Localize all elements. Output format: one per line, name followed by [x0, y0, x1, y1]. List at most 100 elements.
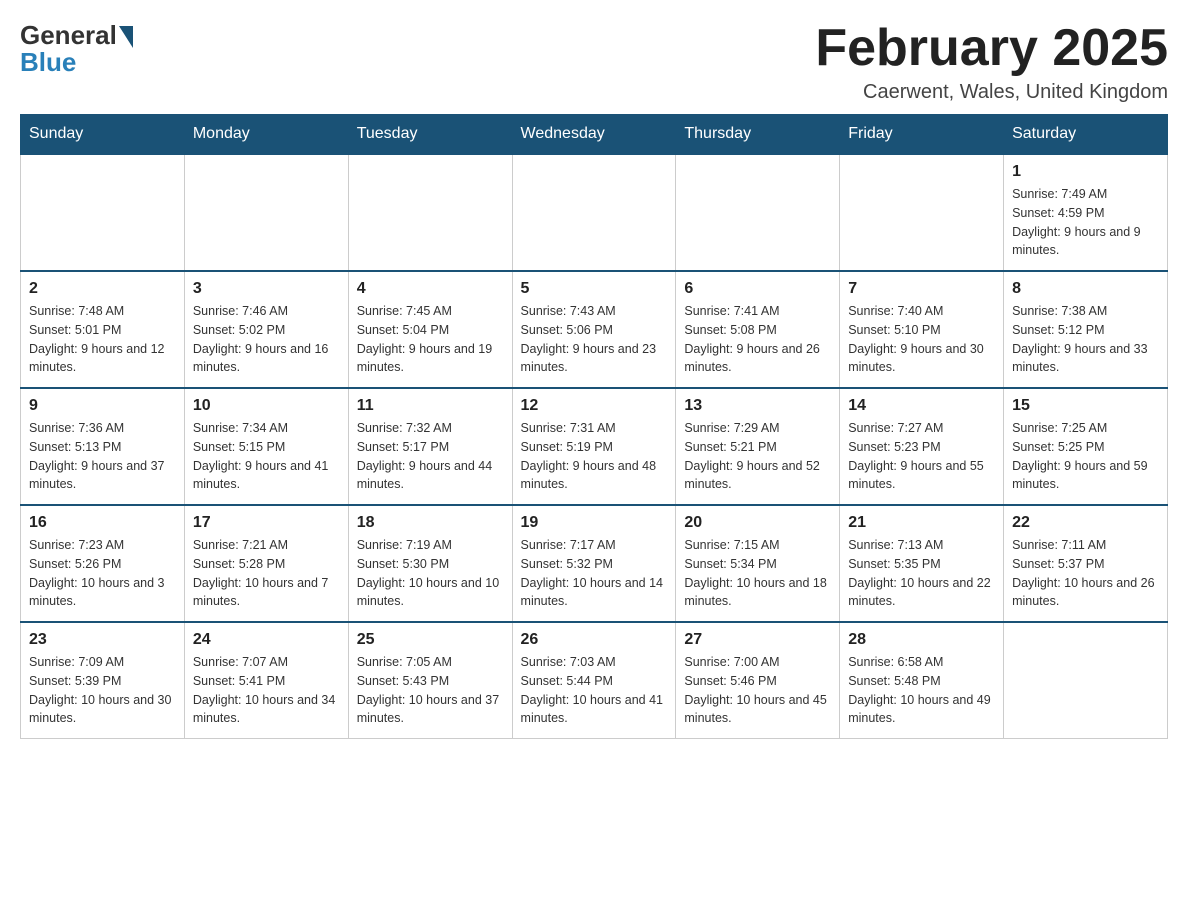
calendar-day-cell: 13Sunrise: 7:29 AMSunset: 5:21 PMDayligh…	[676, 388, 840, 505]
day-info: Sunrise: 7:29 AMSunset: 5:21 PMDaylight:…	[684, 419, 831, 494]
calendar-day-cell: 14 Sunrise: 7:27 AMSunset: 5:23 PMDayligh…	[840, 388, 1004, 505]
calendar-day-cell: 20 Sunrise: 7:15 AMSunset: 5:34 PMDayligh…	[676, 505, 840, 622]
calendar-day-cell: 5 Sunrise: 7:43 AMSunset: 5:06 PMDaylight…	[512, 271, 676, 388]
calendar-day-cell: 9 Sunrise: 7:36 AMSunset: 5:13 PMDaylight…	[21, 388, 185, 505]
day-info: Sunrise: 7:21 AMSunset: 5:28 PMDaylight:…	[193, 536, 340, 611]
day-info: Sunrise: 7:19 AMSunset: 5:30 PMDaylight:…	[357, 536, 504, 611]
day-info: Sunrise: 7:41 AMSunset: 5:08 PMDaylight:…	[684, 302, 831, 377]
day-info: Sunrise: 7:05 AMSunset: 5:43 PMDaylight:…	[357, 653, 504, 728]
day-number: 9	[29, 397, 176, 415]
day-of-week-header: Friday	[840, 115, 1004, 155]
calendar-day-cell: 15 Sunrise: 7:25 AMSunset: 5:25 PMDayligh…	[1004, 388, 1168, 505]
calendar-day-cell: 24 Sunrise: 7:07 AMSunset: 5:41 PMDayligh…	[184, 622, 348, 739]
day-number: 8	[1012, 280, 1159, 298]
location-text: Caerwent, Wales, United Kingdom	[815, 81, 1168, 104]
day-number: 2	[29, 280, 176, 298]
calendar-day-cell: 25 Sunrise: 7:05 AMSunset: 5:43 PMDayligh…	[348, 622, 512, 739]
day-of-week-header: Wednesday	[512, 115, 676, 155]
day-info: Sunrise: 7:38 AMSunset: 5:12 PMDaylight:…	[1012, 302, 1159, 377]
calendar-week-row: 9 Sunrise: 7:36 AMSunset: 5:13 PMDaylight…	[21, 388, 1168, 505]
day-info: Sunrise: 7:49 AMSunset: 4:59 PMDaylight:…	[1012, 185, 1159, 260]
calendar-day-cell: 4 Sunrise: 7:45 AMSunset: 5:04 PMDaylight…	[348, 271, 512, 388]
day-number: 1	[1012, 163, 1159, 181]
calendar-day-cell: 21Sunrise: 7:13 AMSunset: 5:35 PMDayligh…	[840, 505, 1004, 622]
calendar-day-cell: 6 Sunrise: 7:41 AMSunset: 5:08 PMDaylight…	[676, 271, 840, 388]
calendar-day-cell	[512, 154, 676, 271]
calendar-day-cell	[184, 154, 348, 271]
calendar-day-cell: 12 Sunrise: 7:31 AMSunset: 5:19 PMDayligh…	[512, 388, 676, 505]
day-info: Sunrise: 7:27 AMSunset: 5:23 PMDaylight:…	[848, 419, 995, 494]
day-info: Sunrise: 7:36 AMSunset: 5:13 PMDaylight:…	[29, 419, 176, 494]
calendar-day-cell: 27 Sunrise: 7:00 AMSunset: 5:46 PMDayligh…	[676, 622, 840, 739]
calendar-day-cell: 18 Sunrise: 7:19 AMSunset: 5:30 PMDayligh…	[348, 505, 512, 622]
day-info: Sunrise: 7:43 AMSunset: 5:06 PMDaylight:…	[521, 302, 668, 377]
day-number: 22	[1012, 514, 1159, 532]
day-info: Sunrise: 6:58 AMSunset: 5:48 PMDaylight:…	[848, 653, 995, 728]
day-number: 4	[357, 280, 504, 298]
day-info: Sunrise: 7:32 AMSunset: 5:17 PMDaylight:…	[357, 419, 504, 494]
calendar-day-cell: 2 Sunrise: 7:48 AMSunset: 5:01 PMDaylight…	[21, 271, 185, 388]
logo-blue-text: Blue	[20, 47, 76, 78]
calendar-day-cell: 23 Sunrise: 7:09 AMSunset: 5:39 PMDayligh…	[21, 622, 185, 739]
day-number: 7	[848, 280, 995, 298]
day-number: 23	[29, 631, 176, 649]
day-number: 26	[521, 631, 668, 649]
calendar-day-cell: 19 Sunrise: 7:17 AMSunset: 5:32 PMDayligh…	[512, 505, 676, 622]
day-info: Sunrise: 7:17 AMSunset: 5:32 PMDaylight:…	[521, 536, 668, 611]
calendar-week-row: 1 Sunrise: 7:49 AMSunset: 4:59 PMDaylight…	[21, 154, 1168, 271]
day-number: 15	[1012, 397, 1159, 415]
month-title: February 2025	[815, 20, 1168, 77]
day-info: Sunrise: 7:25 AMSunset: 5:25 PMDaylight:…	[1012, 419, 1159, 494]
day-of-week-header: Monday	[184, 115, 348, 155]
calendar-day-cell: 17 Sunrise: 7:21 AMSunset: 5:28 PMDayligh…	[184, 505, 348, 622]
day-info: Sunrise: 7:13 AMSunset: 5:35 PMDaylight:…	[848, 536, 995, 611]
day-number: 10	[193, 397, 340, 415]
calendar-day-cell: 22 Sunrise: 7:11 AMSunset: 5:37 PMDayligh…	[1004, 505, 1168, 622]
day-of-week-header: Saturday	[1004, 115, 1168, 155]
calendar-week-row: 2 Sunrise: 7:48 AMSunset: 5:01 PMDaylight…	[21, 271, 1168, 388]
day-number: 12	[521, 397, 668, 415]
calendar-table: SundayMondayTuesdayWednesdayThursdayFrid…	[20, 114, 1168, 739]
day-info: Sunrise: 7:15 AMSunset: 5:34 PMDaylight:…	[684, 536, 831, 611]
day-number: 5	[521, 280, 668, 298]
calendar-day-cell	[676, 154, 840, 271]
calendar-day-cell: 11Sunrise: 7:32 AMSunset: 5:17 PMDayligh…	[348, 388, 512, 505]
page-header: General Blue February 2025 Caerwent, Wal…	[20, 20, 1168, 104]
day-number: 6	[684, 280, 831, 298]
day-info: Sunrise: 7:07 AMSunset: 5:41 PMDaylight:…	[193, 653, 340, 728]
day-info: Sunrise: 7:09 AMSunset: 5:39 PMDaylight:…	[29, 653, 176, 728]
calendar-day-cell: 3Sunrise: 7:46 AMSunset: 5:02 PMDaylight…	[184, 271, 348, 388]
day-number: 17	[193, 514, 340, 532]
day-number: 28	[848, 631, 995, 649]
day-number: 19	[521, 514, 668, 532]
day-number: 27	[684, 631, 831, 649]
calendar-day-cell: 16 Sunrise: 7:23 AMSunset: 5:26 PMDayligh…	[21, 505, 185, 622]
day-info: Sunrise: 7:45 AMSunset: 5:04 PMDaylight:…	[357, 302, 504, 377]
day-number: 24	[193, 631, 340, 649]
day-info: Sunrise: 7:11 AMSunset: 5:37 PMDaylight:…	[1012, 536, 1159, 611]
day-info: Sunrise: 7:48 AMSunset: 5:01 PMDaylight:…	[29, 302, 176, 377]
calendar-week-row: 16 Sunrise: 7:23 AMSunset: 5:26 PMDayligh…	[21, 505, 1168, 622]
title-section: February 2025 Caerwent, Wales, United Ki…	[815, 20, 1168, 104]
calendar-day-cell: 8 Sunrise: 7:38 AMSunset: 5:12 PMDaylight…	[1004, 271, 1168, 388]
calendar-day-cell: 26Sunrise: 7:03 AMSunset: 5:44 PMDayligh…	[512, 622, 676, 739]
day-number: 20	[684, 514, 831, 532]
calendar-week-row: 23 Sunrise: 7:09 AMSunset: 5:39 PMDayligh…	[21, 622, 1168, 739]
calendar-day-cell: 28 Sunrise: 6:58 AMSunset: 5:48 PMDayligh…	[840, 622, 1004, 739]
day-info: Sunrise: 7:31 AMSunset: 5:19 PMDaylight:…	[521, 419, 668, 494]
logo: General Blue	[20, 20, 133, 78]
day-number: 16	[29, 514, 176, 532]
calendar-day-cell: 1 Sunrise: 7:49 AMSunset: 4:59 PMDaylight…	[1004, 154, 1168, 271]
calendar-day-cell: 10Sunrise: 7:34 AMSunset: 5:15 PMDayligh…	[184, 388, 348, 505]
day-info: Sunrise: 7:00 AMSunset: 5:46 PMDaylight:…	[684, 653, 831, 728]
calendar-day-cell	[1004, 622, 1168, 739]
day-number: 14	[848, 397, 995, 415]
day-number: 3	[193, 280, 340, 298]
day-of-week-header: Sunday	[21, 115, 185, 155]
day-info: Sunrise: 7:40 AMSunset: 5:10 PMDaylight:…	[848, 302, 995, 377]
day-number: 25	[357, 631, 504, 649]
logo-arrow-icon	[119, 26, 133, 48]
day-number: 18	[357, 514, 504, 532]
day-info: Sunrise: 7:23 AMSunset: 5:26 PMDaylight:…	[29, 536, 176, 611]
day-of-week-header: Thursday	[676, 115, 840, 155]
